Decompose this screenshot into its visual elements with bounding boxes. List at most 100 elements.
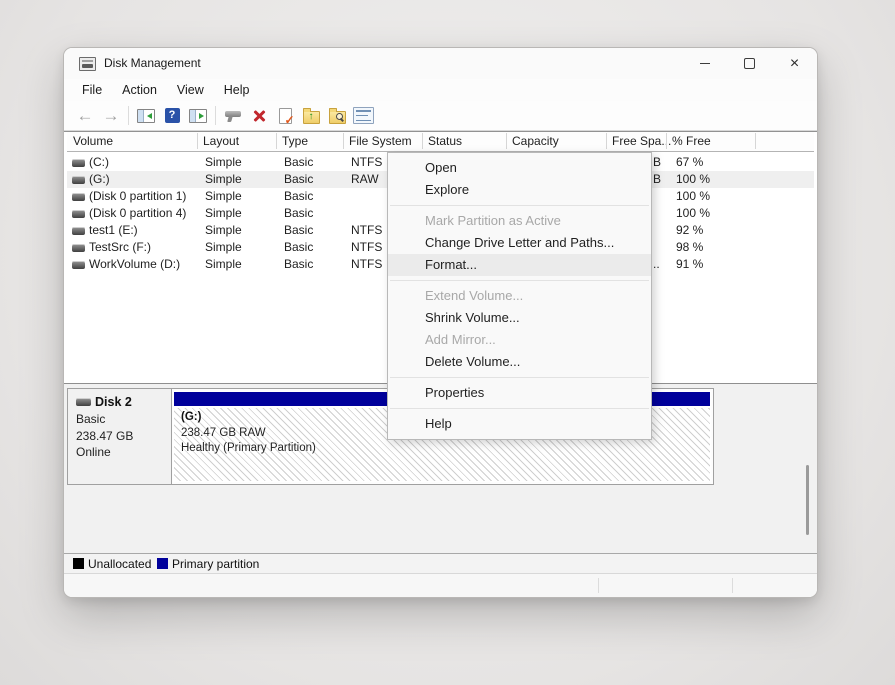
volume-type: Basic xyxy=(284,223,313,237)
delete-icon xyxy=(252,109,266,123)
column-header-percent-free[interactable]: % Free xyxy=(672,134,711,148)
status-bar-divider xyxy=(732,578,733,593)
column-divider[interactable] xyxy=(422,133,423,149)
legend-label-primary-partition: Primary partition xyxy=(172,557,259,571)
column-header-type[interactable]: Type xyxy=(282,134,308,148)
legend-label-unallocated: Unallocated xyxy=(88,557,151,571)
column-header-volume[interactable]: Volume xyxy=(73,134,113,148)
menu-item-delete-volume[interactable]: Delete Volume... xyxy=(388,351,651,373)
column-divider[interactable] xyxy=(343,133,344,149)
menu-separator xyxy=(390,377,649,378)
column-divider[interactable] xyxy=(606,133,607,149)
action-pane-button[interactable] xyxy=(186,104,210,128)
column-divider[interactable] xyxy=(506,133,507,149)
column-divider[interactable] xyxy=(276,133,277,149)
column-header-free-space[interactable]: Free Spa... xyxy=(612,134,671,148)
disk-size: 238.47 GB xyxy=(76,428,171,445)
partition-health: Healthy (Primary Partition) xyxy=(181,441,710,457)
column-header-status[interactable]: Status xyxy=(428,134,462,148)
volume-icon xyxy=(72,261,85,269)
disk-type: Basic xyxy=(76,411,171,428)
help-button[interactable]: ? xyxy=(160,104,184,128)
volume-type: Basic xyxy=(284,172,313,186)
vertical-scrollbar-thumb[interactable] xyxy=(806,465,809,535)
volume-file-system: RAW xyxy=(351,172,379,186)
rescan-button[interactable] xyxy=(221,104,245,128)
volume-free-space: B xyxy=(653,155,661,169)
console-tree-button[interactable] xyxy=(134,104,158,128)
close-icon: × xyxy=(790,56,799,72)
volume-icon xyxy=(72,176,85,184)
volume-icon xyxy=(72,244,85,252)
folder-search-button[interactable] xyxy=(325,104,349,128)
column-header-layout[interactable]: Layout xyxy=(203,134,239,148)
volume-file-system: NTFS xyxy=(351,257,382,271)
menu-help[interactable]: Help xyxy=(214,81,260,99)
menu-item-explore[interactable]: Explore xyxy=(388,179,651,201)
menu-view[interactable]: View xyxy=(167,81,214,99)
column-header-capacity[interactable]: Capacity xyxy=(512,134,559,148)
volume-layout: Simple xyxy=(205,172,242,186)
properties-icon xyxy=(353,107,374,124)
menu-action[interactable]: Action xyxy=(112,81,167,99)
console-tree-icon xyxy=(137,109,155,123)
volume-name: TestSrc (F:) xyxy=(89,240,151,254)
column-divider[interactable] xyxy=(197,133,198,149)
volume-percent-free: 67 % xyxy=(676,155,703,169)
volume-free-space: .. xyxy=(653,257,660,271)
volume-icon xyxy=(72,159,85,167)
legend-swatch-unallocated xyxy=(73,558,84,569)
legend-bar: Unallocated Primary partition xyxy=(64,554,817,573)
volume-icon xyxy=(72,193,85,201)
menu-item-open[interactable]: Open xyxy=(388,157,651,179)
menu-item-add-mirror: Add Mirror... xyxy=(388,329,651,351)
folder-up-button[interactable]: ↑ xyxy=(299,104,323,128)
folder-search-icon xyxy=(329,111,346,124)
disk-status: Online xyxy=(76,444,171,461)
volume-icon xyxy=(72,227,85,235)
delete-button[interactable] xyxy=(247,104,271,128)
folder-up-icon: ↑ xyxy=(303,111,320,124)
close-button[interactable]: × xyxy=(772,48,817,79)
disk-info-box[interactable]: Disk 2 Basic 238.47 GB Online xyxy=(68,389,172,484)
minimize-button[interactable] xyxy=(682,48,727,79)
menu-item-change-drive-letter[interactable]: Change Drive Letter and Paths... xyxy=(388,232,651,254)
column-header-file-system[interactable]: File System xyxy=(349,134,412,148)
status-bar-divider xyxy=(598,578,599,593)
volume-name: WorkVolume (D:) xyxy=(89,257,180,271)
volume-percent-free: 100 % xyxy=(676,172,710,186)
column-divider[interactable] xyxy=(666,133,667,149)
titlebar[interactable]: Disk Management × xyxy=(64,48,817,80)
volume-free-space: B xyxy=(653,172,661,186)
column-divider[interactable] xyxy=(755,133,756,149)
menu-item-properties[interactable]: Properties xyxy=(388,382,651,404)
forward-button[interactable]: → xyxy=(99,104,123,128)
volume-file-system: NTFS xyxy=(351,223,382,237)
minimize-icon xyxy=(700,63,710,64)
rescan-icon xyxy=(225,111,241,117)
properties-toolbar-button[interactable] xyxy=(351,104,375,128)
menu-item-format[interactable]: Format... xyxy=(388,254,651,276)
volume-layout: Simple xyxy=(205,155,242,169)
legend-swatch-primary-partition xyxy=(157,558,168,569)
volume-percent-free: 100 % xyxy=(676,189,710,203)
forward-icon: → xyxy=(103,107,120,124)
volume-type: Basic xyxy=(284,240,313,254)
volume-file-system: NTFS xyxy=(351,240,382,254)
menu-file[interactable]: File xyxy=(72,81,112,99)
volume-type: Basic xyxy=(284,155,313,169)
disk-title: Disk 2 xyxy=(76,395,171,409)
toolbar-separator xyxy=(128,106,129,125)
disk-icon xyxy=(76,398,91,406)
task-check-button[interactable]: ✓ xyxy=(273,104,297,128)
menu-item-help[interactable]: Help xyxy=(388,413,651,435)
volume-name: (Disk 0 partition 1) xyxy=(89,189,186,203)
maximize-button[interactable] xyxy=(727,48,772,79)
menu-item-shrink-volume[interactable]: Shrink Volume... xyxy=(388,307,651,329)
help-icon: ? xyxy=(165,108,180,123)
back-button[interactable]: ← xyxy=(73,104,97,128)
volume-type: Basic xyxy=(284,189,313,203)
window-title: Disk Management xyxy=(104,56,201,70)
window-controls: × xyxy=(682,48,817,79)
volume-layout: Simple xyxy=(205,206,242,220)
